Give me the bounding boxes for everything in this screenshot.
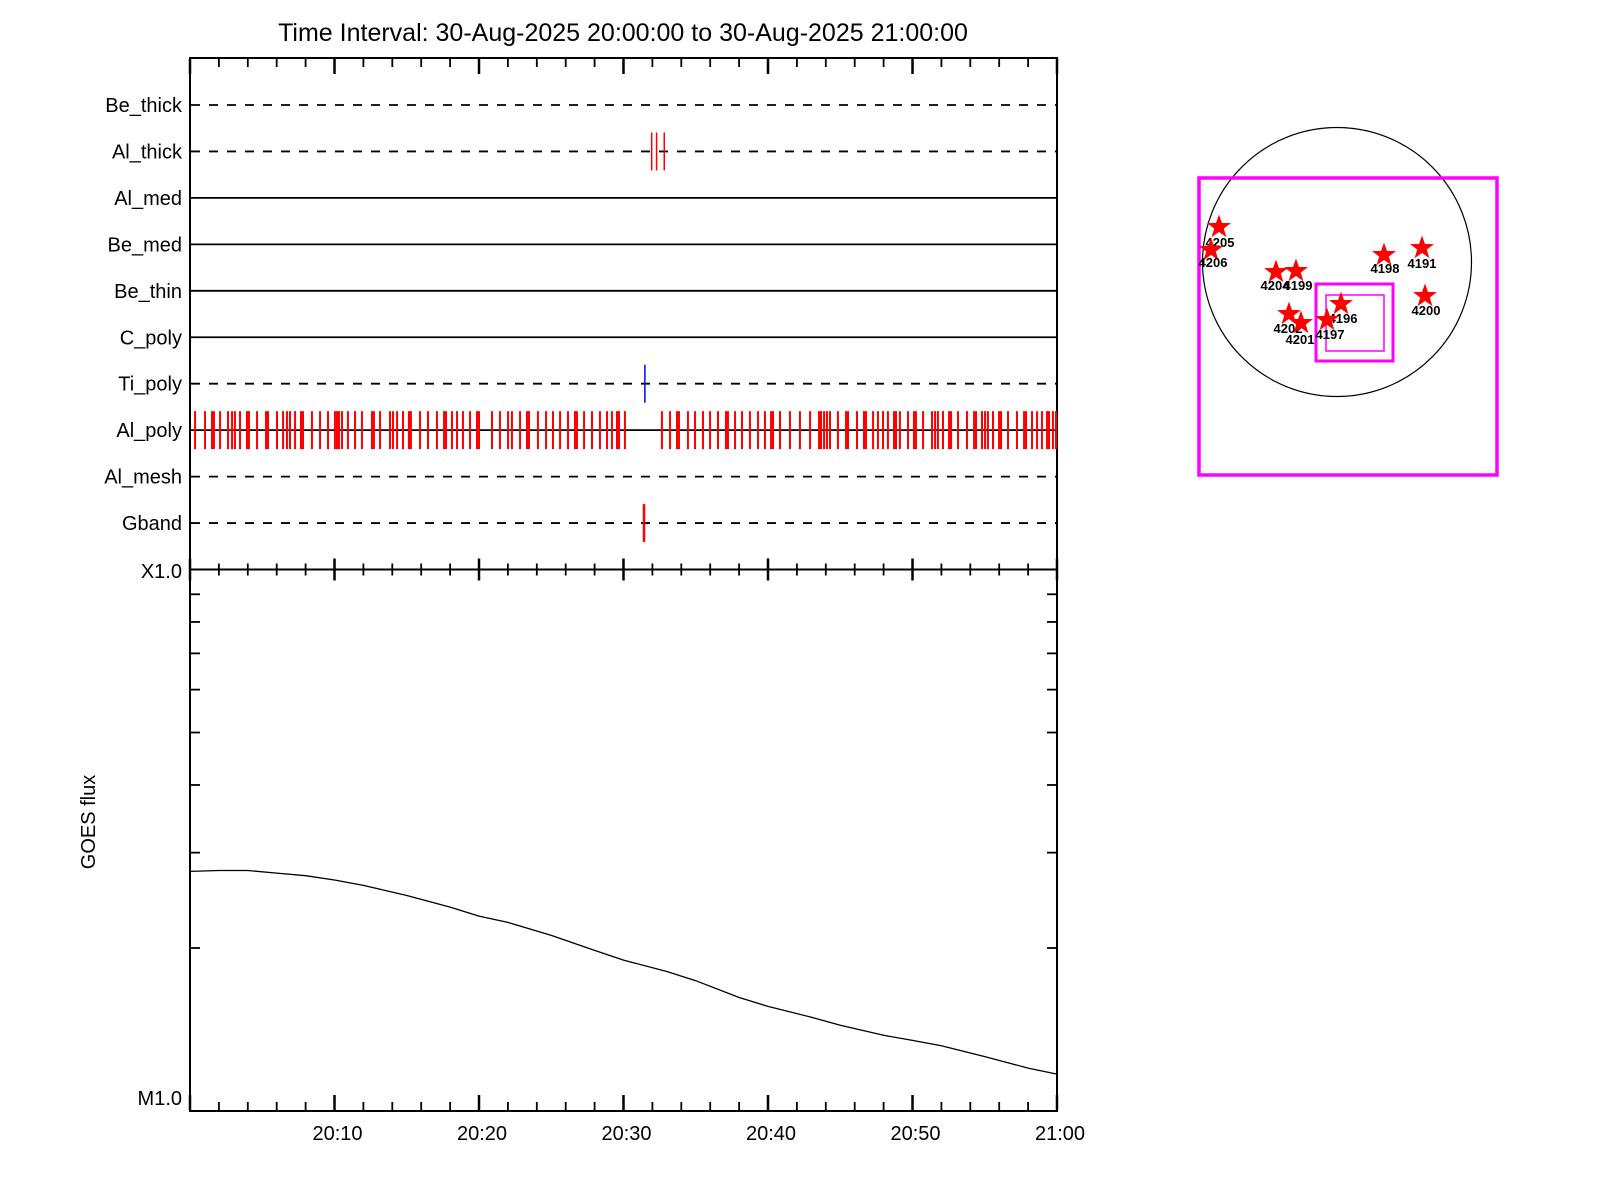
x-tick-label-20:40: 20:40 (746, 1123, 796, 1145)
active-region-number: 4199 (1284, 278, 1313, 293)
active-region-4196: 4196 (1329, 291, 1357, 326)
page-title: Time Interval: 30-Aug-2025 20:00:00 to 3… (278, 19, 968, 47)
active-region-number: 4198 (1371, 261, 1400, 276)
row-label-Al_thick: Al_thick (112, 141, 183, 163)
x-tick-label-20:20: 20:20 (457, 1123, 507, 1145)
row-label-Be_thick: Be_thick (105, 95, 183, 117)
goes-bottom-scale-label: M1.0 (138, 1088, 182, 1110)
row-label-Be_med: Be_med (108, 234, 183, 256)
row-label-Al_med: Al_med (114, 188, 182, 210)
row-label-Al_poly: Al_poly (116, 420, 182, 442)
goes-y-axis-title: GOES flux (78, 775, 100, 869)
x-tick-label-20:10: 20:10 (312, 1123, 362, 1145)
timeline-row-Ti_poly (191, 364, 1056, 403)
goes-axis-ticks (191, 593, 1056, 949)
active-region-number: 4206 (1199, 255, 1228, 270)
observation-summary-figure: Time Interval: 30-Aug-2025 20:00:00 to 3… (78, 19, 1499, 1145)
time-axis-labels: 20:10 20:20 20:30 20:40 20:50 21:00 (312, 1123, 1085, 1145)
goes-top-scale-label: X1.0 (141, 561, 182, 583)
goes-panel-frame (189, 568, 1058, 1112)
x-tick-label-20:30: 20:30 (601, 1123, 651, 1145)
timeline-row-Al_poly (191, 411, 1057, 450)
timeline-panel-frame (189, 57, 1058, 571)
row-label-C_poly: C_poly (120, 327, 182, 349)
active-region-4200: 4200 (1412, 283, 1441, 318)
active-region-star (1329, 291, 1353, 315)
timeline-row-labels: Be_thick Al_thick Al_med Be_med Be_thin C_pol… (104, 95, 183, 535)
goes-flux-polyline (189, 869, 1058, 1075)
timeline-rows (191, 104, 1057, 543)
active-region-4191: 4191 (1408, 235, 1437, 271)
timeline-row-Al_thick (191, 132, 1056, 171)
active-region-star (1207, 214, 1231, 238)
active-region-number: 4197 (1316, 327, 1345, 342)
x-tick-label-21:00: 21:00 (1035, 1123, 1085, 1145)
active-region-star (1284, 258, 1308, 282)
row-label-Be_thin: Be_thin (114, 281, 182, 303)
row-label-Gband: Gband (122, 513, 182, 535)
active-region-star (1410, 235, 1434, 259)
active-region-number: 4191 (1408, 256, 1437, 271)
goes-flux-curve (189, 869, 1058, 1075)
solar-disk-map: 42054206420441994198 41914200419641974202… (1197, 126, 1499, 477)
time-axis-ticks (188, 59, 1059, 1110)
timeline-row-Gband (191, 504, 1056, 543)
active-region-star (1413, 283, 1437, 307)
active-region-4199: 4199 (1284, 258, 1313, 293)
row-label-Ti_poly: Ti_poly (118, 374, 182, 396)
active-region-4198: 4198 (1371, 242, 1400, 276)
fov-box-0 (1197, 176, 1499, 477)
x-tick-label-20:50: 20:50 (890, 1123, 940, 1145)
active-region-number: 4201 (1286, 332, 1315, 347)
row-label-Al_mesh: Al_mesh (104, 467, 182, 489)
active-region-number: 4200 (1412, 303, 1441, 318)
figure-canvas: Time Interval: 30-Aug-2025 20:00:00 to 3… (0, 0, 1600, 1200)
